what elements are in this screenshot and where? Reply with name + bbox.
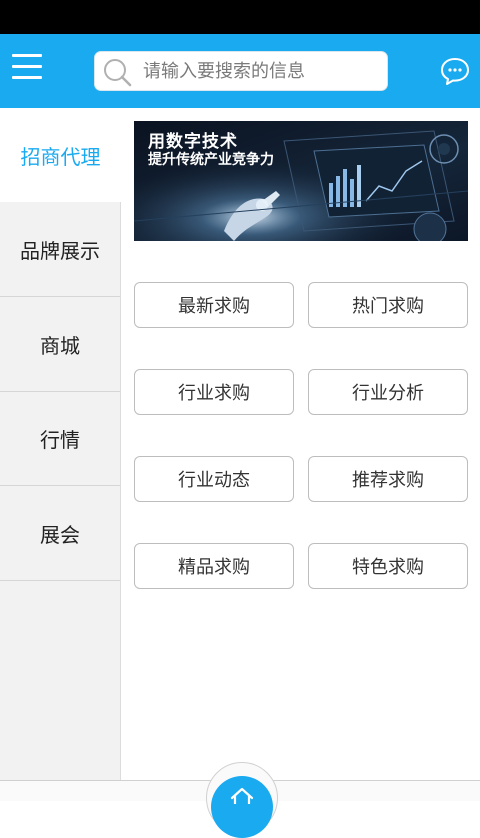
button-label: 特色求购 bbox=[352, 557, 424, 578]
button-label: 热门求购 bbox=[352, 296, 424, 317]
category-sidebar: 招商代理 品牌展示 商城 行情 展会 bbox=[0, 108, 121, 800]
button-label: 精品求购 bbox=[178, 557, 250, 578]
sidebar-item-mall[interactable]: 商城 bbox=[0, 298, 120, 392]
industry-analysis-button[interactable]: 行业分析 bbox=[308, 369, 468, 415]
search-box[interactable] bbox=[94, 51, 388, 91]
sidebar-item-market[interactable]: 行情 bbox=[0, 392, 120, 486]
sidebar-item-agency[interactable]: 招商代理 bbox=[0, 108, 121, 202]
hot-purchase-button[interactable]: 热门求购 bbox=[308, 282, 468, 328]
menu-icon[interactable] bbox=[12, 54, 42, 88]
sidebar-item-brand[interactable]: 品牌展示 bbox=[0, 203, 120, 297]
featured-purchase-button[interactable]: 特色求购 bbox=[308, 543, 468, 589]
home-icon bbox=[230, 787, 254, 804]
home-button[interactable] bbox=[211, 776, 273, 838]
sidebar-item-label: 展会 bbox=[40, 523, 80, 547]
button-label: 推荐求购 bbox=[352, 470, 424, 491]
search-icon bbox=[104, 59, 132, 87]
header-bar bbox=[0, 34, 480, 108]
status-bar bbox=[0, 0, 480, 34]
button-label: 行业动态 bbox=[178, 470, 250, 491]
promo-banner[interactable]: 用数字技术 提升传统产业竞争力 bbox=[134, 121, 468, 241]
button-label: 最新求购 bbox=[178, 296, 250, 317]
latest-purchase-button[interactable]: 最新求购 bbox=[134, 282, 294, 328]
button-label: 行业求购 bbox=[178, 383, 250, 404]
search-input[interactable] bbox=[143, 52, 383, 90]
sidebar-item-label: 品牌展示 bbox=[20, 239, 100, 263]
premium-purchase-button[interactable]: 精品求购 bbox=[134, 543, 294, 589]
industry-purchase-button[interactable]: 行业求购 bbox=[134, 369, 294, 415]
sidebar-item-label: 招商代理 bbox=[20, 144, 101, 169]
chat-icon[interactable] bbox=[440, 56, 470, 86]
sidebar-item-label: 行情 bbox=[40, 428, 80, 452]
sidebar-item-exhibition[interactable]: 展会 bbox=[0, 487, 120, 581]
banner-subtitle: 提升传统产业竞争力 bbox=[148, 152, 274, 168]
button-label: 行业分析 bbox=[352, 383, 424, 404]
industry-news-button[interactable]: 行业动态 bbox=[134, 456, 294, 502]
recommended-purchase-button[interactable]: 推荐求购 bbox=[308, 456, 468, 502]
sidebar-item-label: 商城 bbox=[40, 334, 80, 358]
